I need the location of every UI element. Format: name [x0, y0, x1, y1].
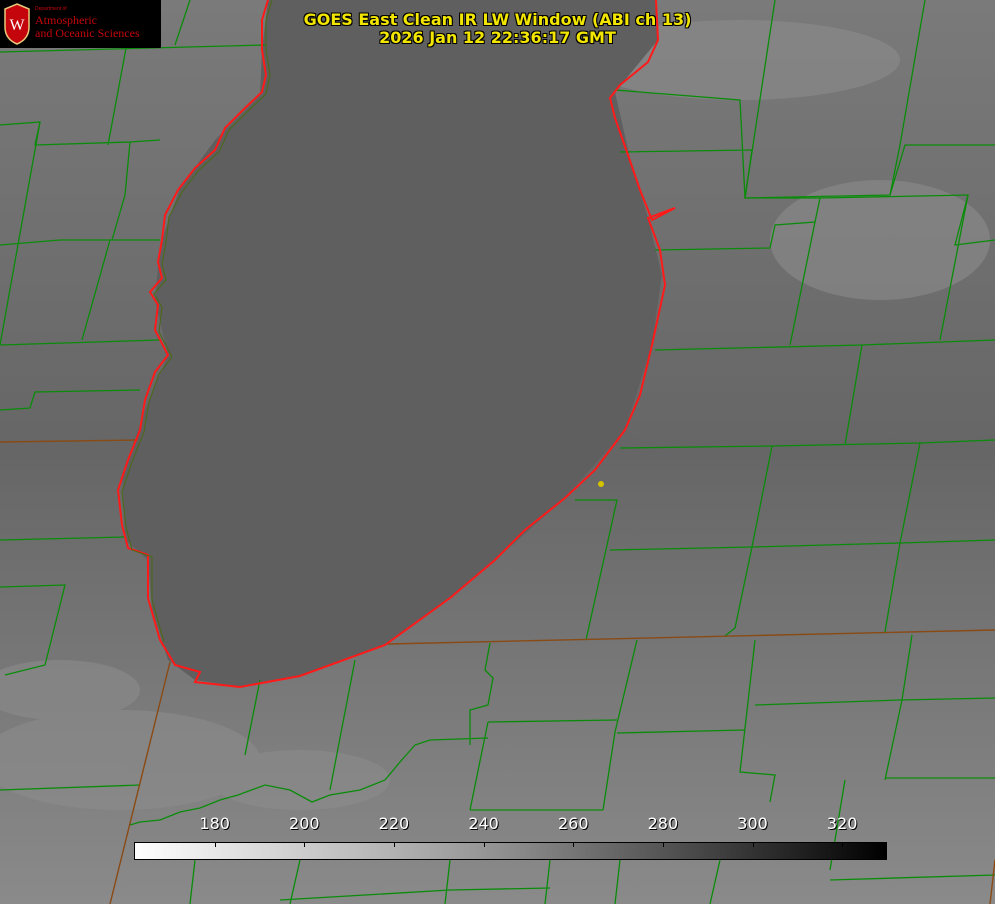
logo-line1: Atmospheric — [35, 13, 97, 27]
colorbar-tick-mark — [662, 842, 664, 847]
colorbar-tick-label: 300 — [737, 814, 768, 833]
image-title: GOES East Clean IR LW Window (ABI ch 13)… — [260, 11, 735, 47]
colorbar-tick-label: 320 — [826, 814, 858, 833]
colorbar-tick-mark — [483, 842, 485, 847]
colorbar: 180 200 220 240 260 280 300 320 — [134, 814, 887, 860]
colorbar-tick-mark — [842, 842, 844, 847]
uw-seal-icon: W — [4, 3, 30, 45]
colorbar-tick-mark — [304, 842, 306, 847]
svg-text:W: W — [9, 17, 25, 34]
colorbar-tick-label: 240 — [468, 814, 499, 833]
colorbar-tick-label: 280 — [647, 814, 679, 833]
colorbar-tick-label: 180 — [199, 814, 230, 833]
colorbar-tick-mark — [752, 842, 754, 847]
uw-aos-logo[interactable]: W Department of Atmospheric and Oceanic … — [0, 0, 161, 48]
colorbar-tick-label: 260 — [557, 814, 589, 833]
colorbar-tick-mark — [573, 842, 575, 847]
title-line2: 2026 Jan 12 22:36:17 GMT — [379, 28, 616, 47]
colorbar-tick-mark — [393, 842, 395, 847]
colorbar-tick-label: 200 — [289, 814, 320, 833]
colorbar-tick-label: 220 — [378, 814, 410, 833]
title-line1: GOES East Clean IR LW Window (ABI ch 13) — [303, 10, 692, 29]
logo-line2: and Oceanic Sciences — [35, 26, 140, 40]
location-marker-icon[interactable] — [598, 481, 604, 487]
colorbar-gradient — [134, 842, 887, 860]
logo-dept-text: Department of — [35, 6, 67, 12]
satellite-map[interactable] — [0, 0, 995, 904]
colorbar-tick-mark — [214, 842, 216, 847]
